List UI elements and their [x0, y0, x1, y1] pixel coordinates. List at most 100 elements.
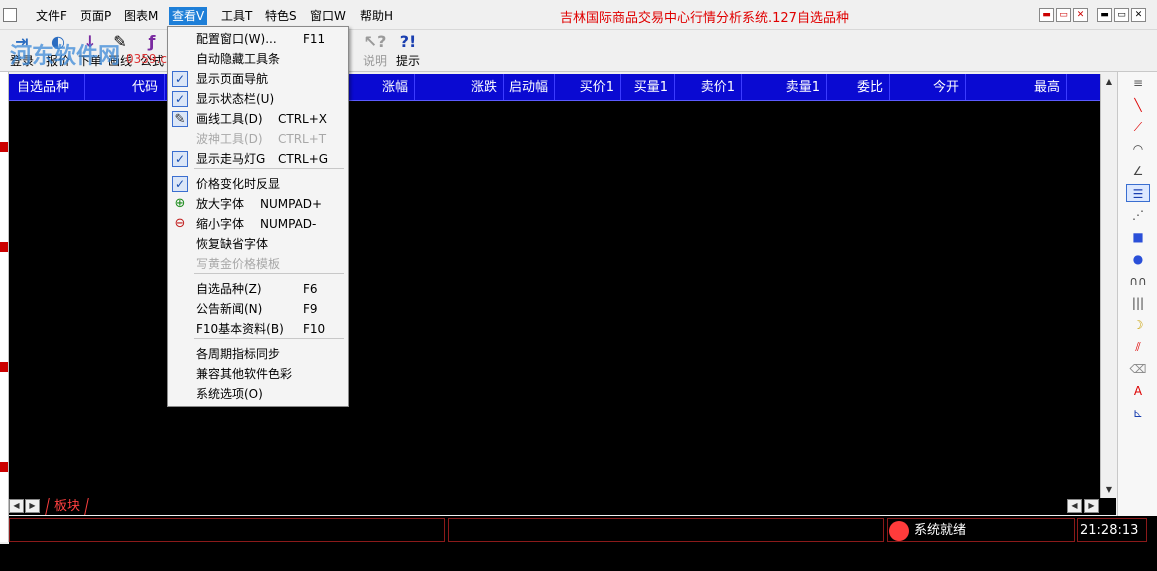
formula-icon: ƒ [148, 32, 156, 51]
view-menu-item: 波神工具(D) CTRL+T [168, 129, 348, 149]
menu-chart[interactable]: 图表M [121, 7, 161, 25]
hscroll-left-icon[interactable]: ◀ [1067, 499, 1082, 513]
view-menu-item-label: 放大字体 [196, 197, 245, 211]
menu-view[interactable]: 查看V [169, 7, 208, 25]
left-strip-mark [0, 142, 8, 152]
parallel-tool-icon[interactable]: ⫽ [1126, 338, 1150, 356]
view-menu-item[interactable]: 公告新闻(N) F9 [168, 299, 348, 319]
view-menu-item[interactable]: 配置窗口(W)... F11 [168, 29, 348, 49]
column-header[interactable]: 卖量1 [742, 74, 827, 100]
menu-file[interactable]: 文件F [33, 7, 70, 25]
menu-separator [194, 273, 344, 274]
menu-help[interactable]: 帮助H [357, 7, 396, 25]
view-menu-item-shortcut: F6 [303, 282, 318, 296]
menu-features[interactable]: 特色S [262, 7, 300, 25]
view-menu-item[interactable]: 各周期指标同步 [168, 344, 348, 364]
vertical-lines-tool-icon[interactable]: ||| [1126, 294, 1150, 312]
view-menu-item[interactable]: 兼容其他软件色彩 [168, 364, 348, 384]
column-header[interactable]: 今开 [890, 74, 966, 100]
view-menu-item-label: 自选品种(Z) [196, 282, 262, 296]
view-menu-dropdown: 配置窗口(W)... F11 自动隐藏工具条 ✓ 显示页面导航 ✓ 显示状态栏(U) ✎ 画线工… [167, 26, 349, 407]
view-menu-item[interactable]: 自动隐藏工具条 [168, 49, 348, 69]
inner-restore-button[interactable]: ▭ [1056, 8, 1071, 22]
tab-sector[interactable]: 板块 [45, 498, 89, 515]
view-menu-item-label: F10基本资料(B) [196, 322, 284, 336]
view-menu-item[interactable]: 恢复缺省字体 [168, 234, 348, 254]
hint-icon: ?! [399, 32, 417, 51]
view-menu-item-label: 公告新闻(N) [196, 302, 263, 316]
left-edge-strip [0, 72, 9, 542]
hscroll-right-icon[interactable]: ▶ [1084, 499, 1099, 513]
left-strip-mark [0, 242, 8, 252]
column-header[interactable]: 启动幅 [504, 74, 555, 100]
view-menu-item[interactable]: ✓ 显示走马灯G CTRL+G [168, 149, 348, 169]
status-indicator-icon [889, 521, 909, 541]
hint-label: 提示 [395, 54, 420, 68]
view-menu-item[interactable]: F10基本资料(B) F10 [168, 319, 348, 339]
view-menu-item-label: 显示走马灯G [196, 152, 266, 166]
view-menu-item[interactable]: ✓ 显示页面导航 [168, 69, 348, 89]
view-menu-item[interactable]: ⊖ 缩小字体 NUMPAD- [168, 214, 348, 234]
angle-ruler-tool-icon[interactable]: ⊾ [1126, 404, 1150, 422]
arc-tool-icon[interactable]: ◠ [1126, 140, 1150, 158]
view-menu-item: 写黄金价格模板 [168, 254, 348, 274]
view-menu-item[interactable]: 自选品种(Z) F6 [168, 279, 348, 299]
app-icon[interactable] [3, 8, 17, 22]
column-header[interactable]: 最高 [966, 74, 1067, 100]
view-menu-item[interactable]: ✎ 画线工具(D) CTRL+X [168, 109, 348, 129]
tab-scroll-left-icon[interactable]: ◀ [9, 499, 24, 513]
view-menu-item-shortcut: CTRL+T [278, 132, 327, 146]
column-header[interactable]: 自选品种 [9, 74, 85, 100]
zoom-in-icon: ⊕ [174, 196, 186, 211]
sector-tab-bar: ◀ ▶ 板块 ◀ ▶ [9, 498, 1116, 515]
column-header[interactable]: 买量1 [621, 74, 675, 100]
rectangle-tool-icon[interactable]: ■ [1126, 228, 1150, 246]
restore-button[interactable]: ▭ [1114, 8, 1129, 22]
close-button[interactable]: ✕ [1131, 8, 1146, 22]
gann-fan-tool-icon[interactable]: ⋰ [1126, 206, 1150, 224]
left-strip-mark [0, 462, 8, 472]
view-menu-item-shortcut: CTRL+G [278, 152, 329, 166]
text-tool-icon[interactable]: A [1126, 382, 1150, 400]
tab-scroll-right-icon[interactable]: ▶ [25, 499, 40, 513]
view-menu-item-label: 兼容其他软件色彩 [196, 367, 293, 381]
view-menu-item[interactable]: ⊕ 放大字体 NUMPAD+ [168, 194, 348, 214]
view-menu-item[interactable]: ✓ 价格变化时反显 [168, 174, 348, 194]
inner-minimize-button[interactable]: ▬ [1039, 8, 1054, 22]
column-header[interactable]: 卖价1 [675, 74, 742, 100]
view-menu-item-shortcut: F10 [303, 322, 326, 336]
hint-button[interactable]: ?! 提示 [388, 32, 428, 70]
left-strip-mark [0, 362, 8, 372]
menu-page[interactable]: 页面P [77, 7, 114, 25]
status-text: 系统就绪 [914, 523, 967, 538]
scroll-up-icon[interactable]: ▲ [1102, 74, 1116, 89]
view-menu-item-shortcut: NUMPAD+ [260, 197, 323, 211]
ray-tool-icon[interactable]: ⟋ [1126, 118, 1150, 136]
menu-separator [194, 168, 344, 169]
column-header[interactable]: 涨跌 [415, 74, 504, 100]
view-menu-item-label: 显示状态栏(U) [196, 92, 275, 106]
minimize-button[interactable]: ▬ [1097, 8, 1112, 22]
menu-window[interactable]: 窗口W [307, 7, 349, 25]
grip-icon[interactable]: ≡ [1126, 74, 1150, 92]
line-tool-icon[interactable]: ╲ [1126, 96, 1150, 114]
view-menu-item[interactable]: ✓ 显示状态栏(U) [168, 89, 348, 109]
inner-close-button[interactable]: ✕ [1073, 8, 1088, 22]
menu-separator [194, 338, 344, 339]
fan-tool-icon[interactable]: ∠ [1126, 162, 1150, 180]
scroll-down-icon[interactable]: ▼ [1102, 482, 1116, 497]
column-header[interactable]: 买价1 [555, 74, 621, 100]
status-cell [448, 518, 884, 542]
fibonacci-tool-icon[interactable]: ☰ [1126, 184, 1150, 202]
cycle-tool-icon[interactable]: ∩∩ [1126, 272, 1150, 290]
column-header[interactable]: 委比 [827, 74, 890, 100]
ellipse-tool-icon[interactable]: ● [1126, 250, 1150, 268]
vertical-scrollbar[interactable]: ▲ ▼ [1100, 74, 1116, 498]
view-menu-item[interactable]: 系统选项(O) [168, 384, 348, 404]
app-title: 吉林国际商品交易中心行情分析系统.127自选品种 [560, 11, 849, 26]
moon-tool-icon[interactable]: ☽ [1126, 316, 1150, 334]
pen-icon: ✎ [172, 111, 188, 127]
eraser-tool-icon[interactable]: ⌫ [1126, 360, 1150, 378]
column-header[interactable]: 代码 [85, 74, 165, 100]
menu-tools[interactable]: 工具T [218, 7, 255, 25]
